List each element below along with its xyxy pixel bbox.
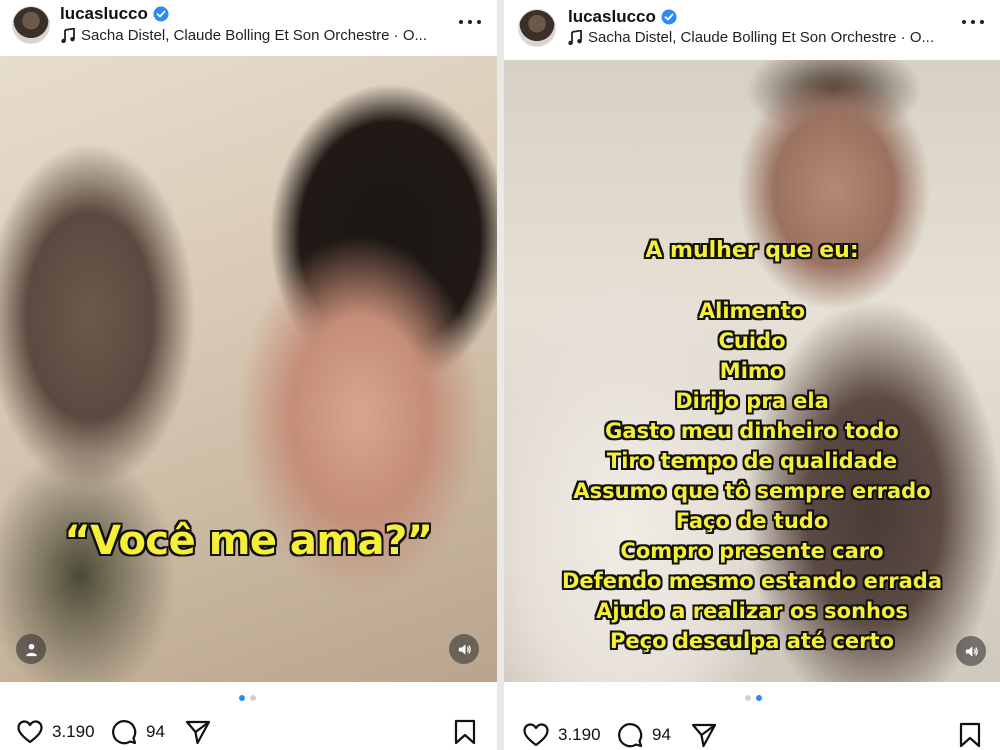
audio-track[interactable]: Sacha Distel, Claude Bolling Et Son Orch… xyxy=(61,27,427,44)
more-options-icon[interactable] xyxy=(962,12,984,32)
mute-button[interactable] xyxy=(956,636,986,666)
caption-line: Gasto meu dinheiro todo xyxy=(605,419,899,443)
comment-button[interactable]: 94 xyxy=(616,721,671,749)
caption-line: Faço de tudo xyxy=(675,509,829,533)
comment-bubble-icon xyxy=(112,720,137,745)
caption-line: Alimento xyxy=(698,299,806,323)
verified-badge-icon xyxy=(661,9,677,25)
username-row[interactable]: lucaslucco xyxy=(568,7,677,27)
caption-list: Alimento Cuido Mimo Dirijo pra ela Gasto… xyxy=(504,296,1000,656)
username-row[interactable]: lucaslucco xyxy=(60,4,169,24)
music-note-icon xyxy=(568,30,582,45)
carousel-dot xyxy=(250,695,256,701)
post-divider xyxy=(497,0,504,750)
comment-bubble-icon xyxy=(618,723,643,748)
post-header: lucaslucco Sacha Distel, Claude Bolling … xyxy=(0,0,497,56)
comment-button[interactable]: 94 xyxy=(110,718,165,746)
caption-line: Assumo que tô sempre errado xyxy=(573,479,931,503)
audio-track[interactable]: Sacha Distel, Claude Bolling Et Son Orch… xyxy=(568,29,934,46)
verified-badge-icon xyxy=(153,6,169,22)
post-media[interactable]: A mulher que eu: Alimento Cuido Mimo Dir… xyxy=(504,60,1000,682)
user-tag-icon xyxy=(25,643,37,656)
heart-icon xyxy=(523,723,549,747)
like-count: 3.190 xyxy=(52,722,95,741)
carousel-dot xyxy=(756,695,762,701)
bookmark-icon xyxy=(454,719,476,745)
speaker-icon xyxy=(458,643,471,655)
post-actions: 3.190 94 xyxy=(0,713,497,749)
caption-line: Compro presente caro xyxy=(620,539,884,563)
post-1: lucaslucco Sacha Distel, Claude Bolling … xyxy=(0,0,497,750)
music-note-icon xyxy=(61,28,75,43)
caption-line: Tiro tempo de qualidade xyxy=(606,449,898,473)
share-button[interactable] xyxy=(690,721,718,749)
post-photo xyxy=(0,56,497,682)
caption-line: Cuido xyxy=(718,329,786,353)
list-title: A mulher que eu: xyxy=(645,238,859,263)
caption-line: Ajudo a realizar os sonhos xyxy=(596,599,908,623)
audio-label: Sacha Distel, Claude Bolling Et Son Orch… xyxy=(588,29,934,46)
caption-line: Dirijo pra ela xyxy=(675,389,829,413)
caption-line: Defendo mesmo estando errada xyxy=(561,569,943,593)
username[interactable]: lucaslucco xyxy=(568,7,656,27)
caption-line: Peço desculpa até certo xyxy=(610,629,894,653)
post-2: lucaslucco Sacha Distel, Claude Bolling … xyxy=(504,0,1000,750)
caption-line: Mimo xyxy=(719,359,785,383)
audio-label: Sacha Distel, Claude Bolling Et Son Orch… xyxy=(81,27,427,44)
user-tag-button[interactable] xyxy=(16,634,46,664)
post-header: lucaslucco Sacha Distel, Claude Bolling … xyxy=(504,0,1000,56)
bookmark-icon xyxy=(959,722,981,748)
share-button[interactable] xyxy=(184,718,212,746)
carousel-dot xyxy=(745,695,751,701)
carousel-dot xyxy=(239,695,245,701)
caption-overlay: “Você me ama?” xyxy=(64,518,433,564)
like-button[interactable]: 3.190 xyxy=(16,718,95,746)
carousel-indicator xyxy=(504,695,1000,701)
send-plane-icon xyxy=(185,720,211,745)
post-media[interactable]: “Você me ama?” xyxy=(0,56,497,682)
save-button[interactable] xyxy=(956,721,984,749)
heart-icon xyxy=(17,720,43,744)
comment-count: 94 xyxy=(146,722,165,741)
like-button[interactable]: 3.190 xyxy=(522,721,601,749)
avatar[interactable] xyxy=(12,6,50,44)
carousel-indicator xyxy=(0,695,497,701)
mute-button[interactable] xyxy=(449,634,479,664)
avatar[interactable] xyxy=(518,9,556,47)
save-button[interactable] xyxy=(451,718,479,746)
speaker-icon xyxy=(965,645,978,657)
send-plane-icon xyxy=(691,723,717,748)
more-options-icon[interactable] xyxy=(459,12,481,32)
comment-count: 94 xyxy=(652,725,671,744)
like-count: 3.190 xyxy=(558,725,601,744)
post-actions: 3.190 94 xyxy=(504,713,1000,749)
username[interactable]: lucaslucco xyxy=(60,4,148,24)
